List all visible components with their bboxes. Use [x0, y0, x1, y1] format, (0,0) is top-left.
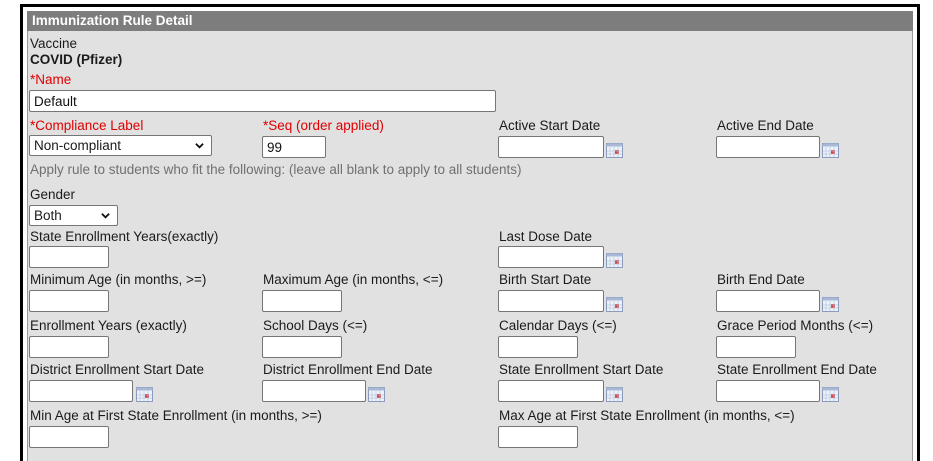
- calendar-icon[interactable]: [822, 143, 839, 158]
- calendar-icon[interactable]: [136, 387, 153, 402]
- last-dose-label: Last Dose Date: [499, 229, 593, 244]
- calendar-icon[interactable]: [822, 297, 839, 312]
- state-start-input[interactable]: [498, 380, 604, 402]
- vaccine-label: Vaccine: [30, 36, 78, 51]
- vaccine-value: COVID (Pfizer): [30, 52, 123, 67]
- grace-period-input[interactable]: [716, 336, 796, 358]
- state-end-label: State Enrollment End Date: [717, 362, 877, 377]
- gender-label: Gender: [30, 187, 76, 202]
- compliance-select[interactable]: Non-compliant: [29, 135, 212, 156]
- name-input[interactable]: [29, 90, 496, 112]
- birth-start-label: Birth Start Date: [499, 272, 592, 287]
- calendar-icon[interactable]: [822, 387, 839, 402]
- active-start-input[interactable]: [498, 136, 604, 158]
- chevron-down-icon: [101, 213, 110, 219]
- seq-input[interactable]: [262, 136, 326, 158]
- active-end-input[interactable]: [716, 136, 820, 158]
- min-age-input[interactable]: [29, 290, 109, 312]
- calendar-icon[interactable]: [368, 387, 385, 402]
- min-age-first-state-input[interactable]: [29, 426, 109, 448]
- seq-label: *Seq (order applied): [263, 118, 384, 133]
- birth-end-label: Birth End Date: [717, 272, 805, 287]
- district-end-input[interactable]: [262, 380, 366, 402]
- gender-select[interactable]: Both: [29, 205, 118, 226]
- calendar-icon[interactable]: [606, 253, 623, 268]
- calendar-icon[interactable]: [606, 143, 623, 158]
- name-label: *Name: [30, 72, 72, 87]
- active-start-label: Active Start Date: [499, 118, 601, 133]
- min-age-first-state-label: Min Age at First State Enrollment (in mo…: [30, 408, 322, 423]
- district-start-input[interactable]: [29, 380, 133, 402]
- state-enrollment-years-input[interactable]: [29, 246, 109, 268]
- district-start-label: District Enrollment Start Date: [30, 362, 205, 377]
- panel-title: Immunization Rule Detail: [32, 13, 193, 28]
- compliance-label: *Compliance Label: [30, 118, 144, 133]
- state-start-label: State Enrollment Start Date: [499, 362, 664, 377]
- active-end-label: Active End Date: [717, 118, 814, 133]
- last-dose-input[interactable]: [498, 246, 604, 268]
- calendar-icon[interactable]: [606, 387, 623, 402]
- birth-start-input[interactable]: [498, 290, 604, 312]
- gender-selected: Both: [34, 208, 62, 223]
- state-end-input[interactable]: [716, 380, 820, 402]
- enrollment-years-label: Enrollment Years (exactly): [30, 318, 187, 333]
- state-enrollment-years-label: State Enrollment Years(exactly): [30, 229, 219, 244]
- compliance-selected: Non-compliant: [34, 138, 122, 153]
- chevron-down-icon: [195, 143, 204, 149]
- grace-period-label: Grace Period Months (<=): [717, 318, 874, 333]
- school-days-label: School Days (<=): [263, 318, 368, 333]
- calendar-icon[interactable]: [606, 297, 623, 312]
- max-age-input[interactable]: [262, 290, 342, 312]
- max-age-label: Maximum Age (in months, <=): [263, 272, 444, 287]
- apply-rule-hint: Apply rule to students who fit the follo…: [30, 162, 522, 177]
- birth-end-input[interactable]: [716, 290, 820, 312]
- school-days-input[interactable]: [262, 336, 342, 358]
- min-age-label: Minimum Age (in months, >=): [30, 272, 207, 287]
- calendar-days-label: Calendar Days (<=): [499, 318, 617, 333]
- max-age-first-state-label: Max Age at First State Enrollment (in mo…: [499, 408, 795, 423]
- calendar-days-input[interactable]: [498, 336, 578, 358]
- district-end-label: District Enrollment End Date: [263, 362, 433, 377]
- max-age-first-state-input[interactable]: [498, 426, 578, 448]
- enrollment-years-input[interactable]: [29, 336, 109, 358]
